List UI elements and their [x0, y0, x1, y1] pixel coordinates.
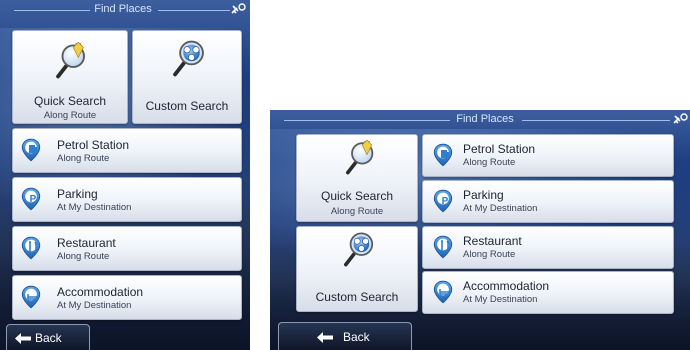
fuel-pump-pin-icon: [21, 138, 41, 162]
parking-sublabel: At My Destination: [463, 203, 538, 214]
quick-search-label: Quick Search: [320, 189, 394, 203]
screen-portrait: Find Places Quick Search Along Route Cus…: [0, 0, 250, 350]
accommodation-sublabel: At My Destination: [57, 300, 132, 311]
custom-search-label: Custom Search: [145, 99, 229, 113]
title-rule-left: [14, 10, 90, 11]
screen-landscape: Find Places Quick Search Along Route Cus…: [270, 110, 690, 350]
quick-search-button[interactable]: Quick Search Along Route: [296, 134, 418, 222]
accommodation-label: Accommodation: [57, 285, 144, 299]
restaurant-sublabel: Along Route: [463, 249, 516, 260]
left-arrow-icon: [317, 332, 333, 343]
title-rule-left: [284, 120, 450, 121]
parking-button[interactable]: P Parking At My Destination: [12, 177, 242, 222]
back-button[interactable]: Back: [278, 322, 412, 350]
magnifier-globe-icon: [170, 39, 208, 77]
left-arrow-icon: [15, 333, 31, 344]
restaurant-sublabel: Along Route: [57, 251, 110, 262]
satellite-gps-icon: [672, 112, 688, 126]
fuel-pump-pin-icon: [433, 143, 453, 167]
page-title: Find Places: [456, 113, 514, 125]
parking-sublabel: At My Destination: [57, 202, 132, 213]
petrol-station-label: Petrol Station: [463, 142, 536, 156]
fork-knife-pin-icon: [433, 235, 453, 259]
petrol-station-sublabel: Along Route: [57, 153, 110, 164]
magnifier-pin-icon: [53, 41, 91, 79]
parking-label: Parking: [57, 187, 98, 201]
title-bar: Find Places: [270, 110, 690, 130]
back-label: Back: [343, 330, 370, 344]
petrol-station-label: Petrol Station: [57, 138, 130, 152]
magnifier-globe-icon: [341, 231, 377, 267]
accommodation-button[interactable]: Accommodation At My Destination: [12, 275, 242, 320]
custom-search-button[interactable]: Custom Search: [132, 30, 242, 124]
page-title: Find Places: [94, 3, 152, 15]
parking-label: Parking: [463, 188, 504, 202]
parking-p-pin-icon: P: [21, 187, 41, 211]
bed-pin-icon: [433, 280, 453, 304]
custom-search-button[interactable]: Custom Search: [296, 226, 418, 312]
magnifier-pin-icon: [343, 139, 379, 175]
quick-search-sublabel: Along Route: [43, 110, 97, 121]
accommodation-sublabel: At My Destination: [463, 294, 538, 305]
restaurant-button[interactable]: Restaurant Along Route: [12, 226, 242, 271]
satellite-gps-icon: [230, 2, 246, 16]
svg-text:P: P: [30, 194, 37, 205]
quick-search-label: Quick Search: [33, 94, 107, 108]
accommodation-label: Accommodation: [463, 279, 550, 293]
accommodation-button[interactable]: Accommodation At My Destination: [422, 271, 674, 314]
parking-p-pin-icon: P: [433, 189, 453, 213]
custom-search-label: Custom Search: [315, 290, 399, 304]
quick-search-sublabel: Along Route: [330, 206, 384, 217]
petrol-station-sublabel: Along Route: [463, 157, 516, 168]
back-button[interactable]: Back: [6, 324, 90, 350]
petrol-station-button[interactable]: Petrol Station Along Route: [422, 134, 674, 177]
fork-knife-pin-icon: [21, 236, 41, 260]
quick-search-button[interactable]: Quick Search Along Route: [12, 30, 128, 124]
restaurant-label: Restaurant: [57, 236, 116, 250]
title-rule-right: [522, 120, 670, 121]
title-rule-right: [158, 10, 230, 11]
bed-pin-icon: [21, 285, 41, 309]
title-bar: Find Places: [0, 0, 250, 20]
back-label: Back: [35, 331, 62, 345]
svg-text:P: P: [442, 196, 449, 207]
parking-button[interactable]: P Parking At My Destination: [422, 180, 674, 223]
restaurant-button[interactable]: Restaurant Along Route: [422, 226, 674, 269]
petrol-station-button[interactable]: Petrol Station Along Route: [12, 128, 242, 173]
restaurant-label: Restaurant: [463, 234, 522, 248]
